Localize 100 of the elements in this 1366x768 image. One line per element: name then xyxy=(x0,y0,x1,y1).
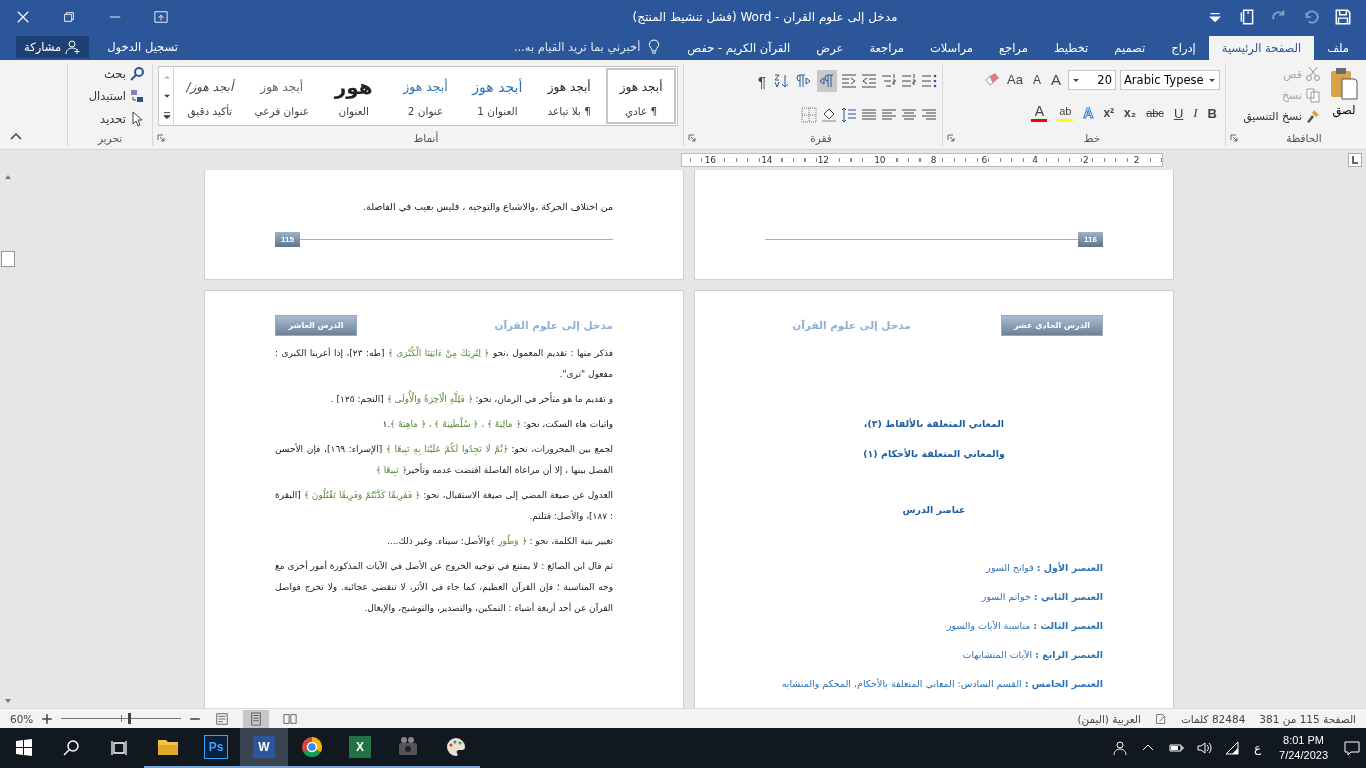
zoom-slider-thumb[interactable] xyxy=(127,713,131,724)
dialog-launcher-icon[interactable] xyxy=(947,134,955,142)
zoom-level[interactable]: 60% xyxy=(10,712,34,725)
dialog-launcher-icon[interactable] xyxy=(1230,134,1238,142)
clipboard-button[interactable]: نسخ التنسيق xyxy=(1241,107,1323,125)
ruler-number: 8 xyxy=(929,155,938,165)
ribbon-display-icon xyxy=(154,10,168,24)
decrease-indent-icon[interactable] xyxy=(861,73,877,90)
ruler-number: 4 xyxy=(1031,155,1039,165)
font-size-field[interactable]: 20 xyxy=(1068,69,1116,90)
ribbon-tab[interactable]: تخطيط xyxy=(1040,36,1102,60)
shrink-font-button[interactable]: A xyxy=(1029,68,1044,91)
shading-icon[interactable] xyxy=(821,106,837,123)
font-color-button[interactable]: A xyxy=(1028,102,1051,125)
lesson-title: والمعاني المتعلقة بالأحكام (١) xyxy=(862,447,1006,461)
editing-button[interactable]: استبدال xyxy=(73,88,147,105)
word-icon: W xyxy=(253,736,275,758)
change-case-button[interactable]: Aa xyxy=(1004,68,1026,91)
group-label: فقرة xyxy=(809,132,833,144)
format-button[interactable]: abc xyxy=(1143,102,1167,125)
group-label: أنماط xyxy=(412,132,440,144)
dialog-launcher-icon[interactable] xyxy=(157,134,165,142)
proofing-icon[interactable] xyxy=(1154,712,1167,725)
body-paragraph: تغيير بنية الكلمة، نحو : ﴿ وَطُورِ ﴾والأصل: سيناء. وغير ذلك.... xyxy=(385,533,613,549)
format-button[interactable]: I xyxy=(1190,102,1201,125)
right-to-left-icon xyxy=(819,73,835,90)
lesson-element: العنصر الثاني : خواتم السور xyxy=(980,590,1103,605)
body-paragraph: ثم قال ابن الصائغ : لا يمتنع في توجيه الخروج عن الأصل في الآيات المذكورة أمور أخرى مع وجه المناسبة ؛ فإن القرآن العظيم، كما جاء في الأثر، لا تنقضي عجائبه. ولا تخرج فواصل القرآن عن أحد أربعة أشياء : التمكين، والتصدير، والتوشيح، والإيغال. xyxy=(275,559,613,615)
sign-in-link[interactable]: تسجيل الدخول xyxy=(97,34,188,60)
show-formatting-marks-button[interactable]: ¶ xyxy=(754,70,769,93)
body-paragraph: العدول عن صيغة المضي إلى صيغة الاستقبال، نحو: ﴿ فَفَرِيقًا كَذَّبْتُمْ وَفَرِيقًا تَقْتُلُونَ ﴾ [البقرة : ١٨٧]، والأصل: قتلتم. xyxy=(275,487,613,524)
page-count[interactable]: الصفحة 115 من 381 xyxy=(1259,712,1356,725)
page-icon xyxy=(249,711,264,726)
scroll-thumb[interactable] xyxy=(1,251,15,267)
style-item[interactable]: أبجد هوز ¶ عادي xyxy=(606,68,676,124)
lesson-tag: الدرس العاشر xyxy=(275,314,357,336)
format-button[interactable]: U xyxy=(1170,102,1187,125)
ruler-number: 2 xyxy=(1132,155,1141,165)
zoom-in-icon[interactable] xyxy=(41,712,54,725)
editing-button[interactable]: تحديد xyxy=(73,110,147,127)
font-name-field[interactable]: Arabic Typese xyxy=(1120,69,1220,90)
book-icon xyxy=(283,711,298,726)
cursor-icon xyxy=(129,110,145,127)
print-layout-button[interactable] xyxy=(243,709,270,728)
lesson-element: العنصر الرابع : الآيات المتشابهات xyxy=(961,648,1103,663)
tab-selector-icon[interactable] xyxy=(1348,153,1362,167)
lesson-element: العنصر الخامس : القسم السادس: المعاني المتعلقة بالأحكام، المحكم والمتشابه xyxy=(780,677,1103,692)
ruler-number: 16 xyxy=(703,155,718,165)
taskbar-app[interactable]: X xyxy=(336,728,384,768)
increase-indent-icon[interactable] xyxy=(841,73,857,90)
line-spacing-icon[interactable] xyxy=(841,106,857,123)
dialog-launcher-icon[interactable] xyxy=(688,134,696,142)
web-layout-icon xyxy=(215,711,230,726)
ribbon-tab[interactable]: ملف xyxy=(1314,36,1362,60)
ribbon-tab[interactable]: عرض xyxy=(803,36,857,60)
ribbon-tab[interactable]: مراسلات xyxy=(916,36,986,60)
group-label: تحرير xyxy=(96,132,124,144)
page-number: 115 xyxy=(275,232,300,247)
multilevel-list-icon[interactable] xyxy=(881,73,897,90)
right-to-left-button[interactable] xyxy=(817,70,837,93)
tell-me-field[interactable]: أخبرني بما تريد القيام به... xyxy=(468,38,643,56)
share-button[interactable]: مشاركة xyxy=(16,36,90,58)
replace-icon xyxy=(129,88,145,105)
running-header: مدخل إلى علوم القرآن xyxy=(792,319,911,331)
eraser-icon[interactable] xyxy=(984,71,1001,88)
taskbar-app[interactable]: Ps xyxy=(192,728,240,768)
format-button[interactable]: B xyxy=(1204,102,1220,125)
touch-mode-icon[interactable] xyxy=(1238,8,1256,26)
highlight-button[interactable]: ab xyxy=(1054,102,1077,125)
ribbon-tab[interactable]: الصفحة الرئيسية xyxy=(1208,36,1315,60)
excel-icon: X xyxy=(349,736,371,758)
language-indicator[interactable]: العربية (اليمن) xyxy=(1077,712,1141,725)
ribbon-tab[interactable]: مراجعة xyxy=(856,36,917,60)
chrome-icon xyxy=(300,735,324,759)
paste-button[interactable]: لصق xyxy=(1327,65,1361,128)
ribbon-tab[interactable]: إدراج xyxy=(1158,36,1209,60)
ribbon-tab[interactable]: مراجع xyxy=(985,36,1041,60)
save-icon[interactable] xyxy=(1334,8,1352,26)
page-number: 116 xyxy=(1078,232,1103,247)
editing-button[interactable]: بحث xyxy=(73,66,147,83)
palette-icon xyxy=(444,735,468,759)
format-button[interactable]: x₂ xyxy=(1121,102,1140,125)
taskbar-clock[interactable]: 8:01 PM 7/24/2023 xyxy=(1269,733,1338,763)
bullets-icon[interactable] xyxy=(921,73,937,90)
lesson-element: العنصر الثالث : مناسبة الآيات والسور xyxy=(945,619,1103,633)
format-button[interactable]: x² xyxy=(1100,102,1118,125)
input-language-indicator[interactable]: ع xyxy=(1245,741,1270,755)
body-paragraph: لجمع بين المجرورات، نحو: ﴿ثُمَّ لَا تَجِدُوا لَكُمْ عَلَيْنَا بِهِ تَبِيعًا ﴾ [الإسراء: ١٦٩]، فإن الأحسن الفصل بينها ، إلا أن مراعاة الفاصلة اقتضت عدمه وتأخير﴿ تَبِيعًا ﴾ xyxy=(275,441,613,478)
taskbar-app[interactable]: W xyxy=(240,728,288,768)
word-count[interactable]: 82484 كلمات xyxy=(1180,712,1246,725)
restore-icon xyxy=(62,10,76,24)
grow-font-button[interactable]: A xyxy=(1048,68,1064,91)
ribbon-tab[interactable]: القرآن الكريم - حفص xyxy=(674,36,804,60)
lesson-title: المعاني المتعلقة بالألفاظ (٣)، xyxy=(862,417,1006,431)
sort-icon[interactable] xyxy=(773,73,789,90)
ruler-number: 14 xyxy=(760,155,774,165)
ribbon-tab[interactable]: تصميم xyxy=(1101,36,1159,60)
photoshop-icon: Ps xyxy=(204,735,228,759)
body-text: من اختلاف الحركة ،والاشباع والتوجيه ، فليس بعيب في الفاصلة. xyxy=(362,201,613,212)
ruler-number: 12 xyxy=(816,155,831,165)
